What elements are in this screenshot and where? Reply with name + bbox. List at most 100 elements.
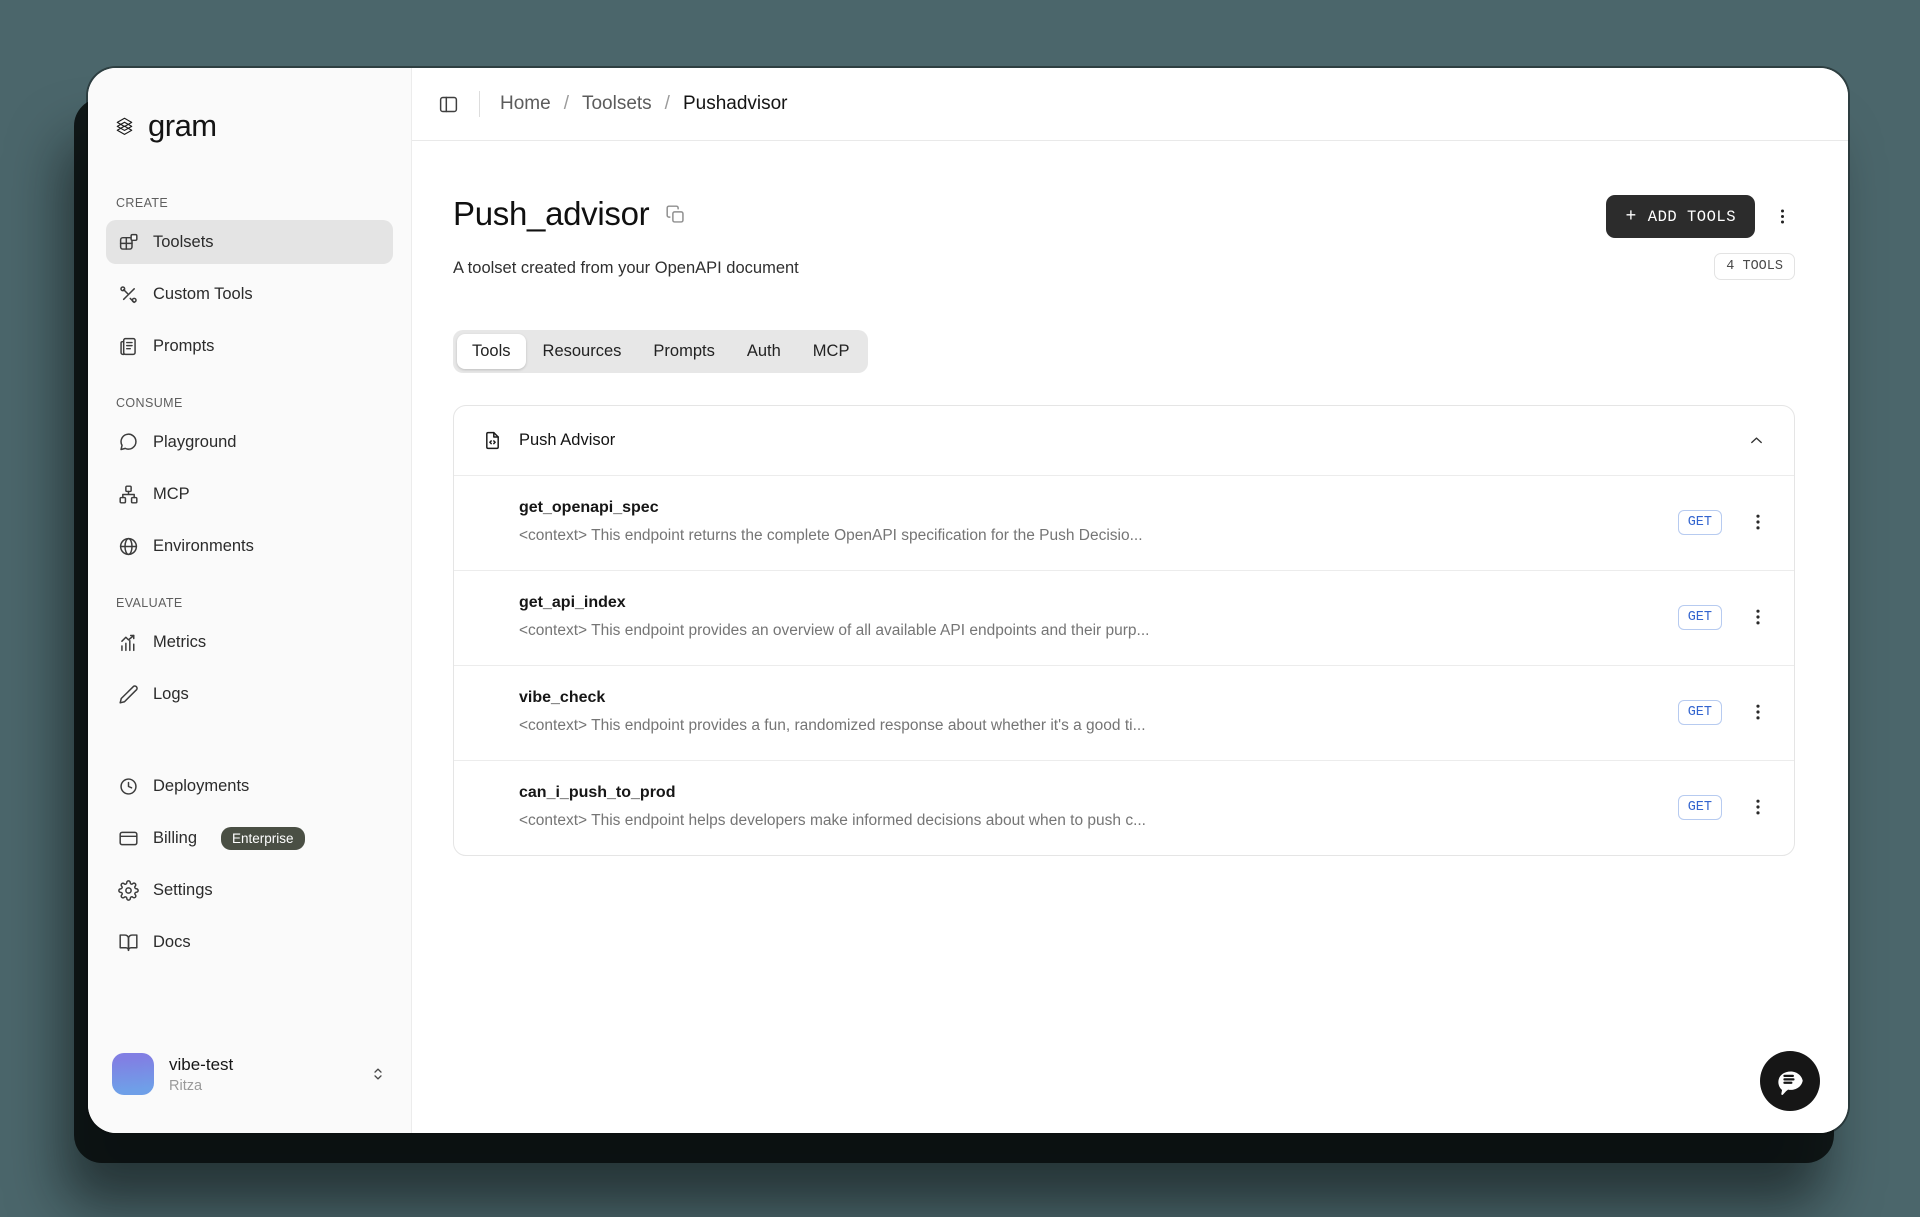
sidebar-item-billing[interactable]: Billing Enterprise: [106, 816, 393, 860]
page-subtitle: A toolset created from your OpenAPI docu…: [453, 259, 799, 278]
nav-item-label: MCP: [153, 485, 190, 504]
nav-item-label: Prompts: [153, 337, 214, 356]
sidebar-item-environments[interactable]: Environments: [106, 524, 393, 568]
custom-tools-icon: [118, 284, 139, 305]
tool-row: can_i_push_to_prod <context> This endpoi…: [454, 760, 1794, 855]
section-label-evaluate: EVALUATE: [116, 596, 393, 610]
tool-menu-button[interactable]: [1748, 512, 1768, 532]
section-label-create: CREATE: [116, 196, 393, 210]
kebab-icon: [1773, 207, 1792, 226]
sidebar-section-admin: Deployments Billing Enterprise Settings …: [106, 764, 393, 964]
tools-count-badge: 4 TOOLS: [1714, 253, 1795, 280]
enterprise-badge: Enterprise: [221, 827, 305, 850]
copy-icon[interactable]: [665, 204, 686, 225]
add-tools-button[interactable]: + ADD TOOLS: [1606, 195, 1755, 238]
nav-item-label: Billing: [153, 829, 197, 848]
nav-item-label: Environments: [153, 537, 254, 556]
page-menu-button[interactable]: [1769, 204, 1795, 230]
sidebar-toggle-icon[interactable]: [438, 94, 459, 115]
sidebar-item-playground[interactable]: Playground: [106, 420, 393, 464]
method-badge: GET: [1678, 795, 1722, 820]
metrics-icon: [118, 632, 139, 653]
tool-menu-button[interactable]: [1748, 607, 1768, 627]
toolset-group-title: Push Advisor: [519, 431, 615, 450]
logo[interactable]: gram: [106, 108, 393, 144]
sidebar-item-docs[interactable]: Docs: [106, 920, 393, 964]
tool-row: get_api_index <context> This endpoint pr…: [454, 570, 1794, 665]
section-label-consume: CONSUME: [116, 396, 393, 410]
main-panel: Home / Toolsets / Pushadvisor Push_advis…: [412, 68, 1848, 1133]
page-title: Push_advisor: [453, 195, 649, 233]
breadcrumb-separator: /: [665, 93, 670, 115]
workspace-avatar: [112, 1053, 154, 1095]
tab-resources[interactable]: Resources: [528, 334, 637, 369]
tool-name: vibe_check: [519, 689, 1678, 707]
tab-mcp[interactable]: MCP: [798, 334, 865, 369]
sidebar-item-toolsets[interactable]: Toolsets: [106, 220, 393, 264]
playground-icon: [118, 432, 139, 453]
sidebar-item-prompts[interactable]: Prompts: [106, 324, 393, 368]
tool-description: <context> This endpoint provides a fun, …: [519, 717, 1678, 735]
app-window: gram CREATE Toolsets Custom Tools Prompt…: [88, 68, 1848, 1133]
logo-text: gram: [148, 108, 217, 144]
breadcrumb: Home / Toolsets / Pushadvisor: [500, 93, 788, 115]
tool-description: <context> This endpoint helps developers…: [519, 812, 1678, 830]
tool-description: <context> This endpoint provides an over…: [519, 622, 1678, 640]
tool-name: can_i_push_to_prod: [519, 784, 1678, 802]
sidebar-item-logs[interactable]: Logs: [106, 672, 393, 716]
tab-prompts[interactable]: Prompts: [638, 334, 729, 369]
environments-icon: [118, 536, 139, 557]
divider: [479, 91, 480, 117]
nav-item-label: Logs: [153, 685, 189, 704]
sidebar-item-deployments[interactable]: Deployments: [106, 764, 393, 808]
page-content: Push_advisor A toolset created from your…: [412, 141, 1848, 1133]
tab-auth[interactable]: Auth: [732, 334, 796, 369]
nav-item-label: Settings: [153, 881, 213, 900]
sidebar-section-consume: CONSUME Playground MCP Environments: [106, 396, 393, 568]
chat-bubble-icon: [1772, 1063, 1808, 1099]
tool-description: <context> This endpoint returns the comp…: [519, 527, 1678, 545]
prompts-icon: [118, 336, 139, 357]
nav-item-label: Docs: [153, 933, 191, 952]
docs-icon: [118, 932, 139, 953]
breadcrumb-home[interactable]: Home: [500, 93, 551, 115]
tool-row: vibe_check <context> This endpoint provi…: [454, 665, 1794, 760]
toolset-tabs: Tools Resources Prompts Auth MCP: [453, 330, 868, 373]
sidebar: gram CREATE Toolsets Custom Tools Prompt…: [88, 68, 412, 1133]
tool-row: get_openapi_spec <context> This endpoint…: [454, 475, 1794, 570]
chevron-up-icon[interactable]: [1747, 431, 1766, 450]
sidebar-section-create: CREATE Toolsets Custom Tools Prompts: [106, 196, 393, 368]
plus-icon: +: [1625, 208, 1636, 226]
tab-tools[interactable]: Tools: [457, 334, 526, 369]
method-badge: GET: [1678, 510, 1722, 535]
breadcrumb-toolsets[interactable]: Toolsets: [582, 93, 652, 115]
nav-item-label: Playground: [153, 433, 236, 452]
sidebar-item-custom-tools[interactable]: Custom Tools: [106, 272, 393, 316]
nav-item-label: Toolsets: [153, 233, 214, 252]
mcp-icon: [118, 484, 139, 505]
sidebar-item-mcp[interactable]: MCP: [106, 472, 393, 516]
add-tools-label: ADD TOOLS: [1648, 208, 1736, 226]
nav-item-label: Custom Tools: [153, 285, 253, 304]
tool-menu-button[interactable]: [1748, 797, 1768, 817]
workspace-org: Ritza: [169, 1078, 233, 1094]
nav-item-label: Metrics: [153, 633, 206, 652]
workspace-switcher[interactable]: vibe-test Ritza: [106, 1053, 393, 1095]
tool-name: get_openapi_spec: [519, 499, 1678, 517]
workspace-name: vibe-test: [169, 1055, 233, 1075]
method-badge: GET: [1678, 700, 1722, 725]
chat-widget-button[interactable]: [1760, 1051, 1820, 1111]
sidebar-item-metrics[interactable]: Metrics: [106, 620, 393, 664]
breadcrumb-current: Pushadvisor: [683, 93, 788, 115]
tool-name: get_api_index: [519, 594, 1678, 612]
breadcrumb-separator: /: [564, 93, 569, 115]
chevrons-updown-icon: [369, 1065, 387, 1083]
gram-logo-icon: [114, 116, 135, 137]
sidebar-section-evaluate: EVALUATE Metrics Logs: [106, 596, 393, 716]
tool-menu-button[interactable]: [1748, 702, 1768, 722]
toolset-group-header[interactable]: Push Advisor: [454, 406, 1794, 475]
logs-icon: [118, 684, 139, 705]
sidebar-item-settings[interactable]: Settings: [106, 868, 393, 912]
nav-item-label: Deployments: [153, 777, 249, 796]
billing-icon: [118, 828, 139, 849]
